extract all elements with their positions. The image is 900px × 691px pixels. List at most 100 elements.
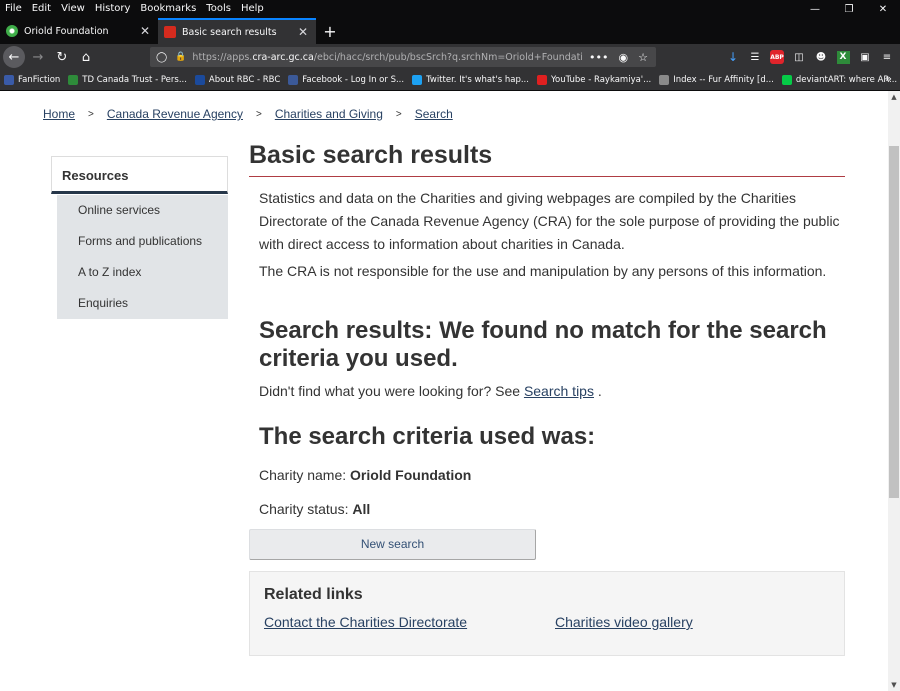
bookmark-item[interactable]: Twitter. It's what's hap... — [408, 70, 533, 90]
criteria-charity-status: Charity status: All — [259, 501, 845, 517]
menu-history[interactable]: History — [90, 2, 136, 16]
charity-name-value: Oriold Foundation — [350, 467, 472, 483]
search-tips-link[interactable]: Search tips — [524, 383, 594, 399]
bookmark-label: Facebook - Log In or S... — [302, 75, 405, 85]
toolbar-right: ↓ ☰ ABP ◫ ☻ X ▣ ≡ — [724, 47, 896, 67]
related-links-list: Contact the Charities Directorate Charit… — [264, 614, 830, 630]
page-actions-icon[interactable]: ••• — [589, 51, 608, 64]
fanfiction-icon — [4, 75, 14, 85]
minimize-icon[interactable]: — — [798, 0, 832, 18]
results-heading: Search results: We found no match for th… — [259, 317, 827, 372]
bookmarks-overflow-icon[interactable]: » — [885, 72, 892, 85]
bookmark-item[interactable]: TD Canada Trust - Pers... — [64, 70, 191, 90]
bookmark-item[interactable]: Facebook - Log In or S... — [284, 70, 408, 90]
breadcrumb: Home > Canada Revenue Agency > Charities… — [43, 107, 453, 121]
bookmark-item[interactable]: deviantART: where AR... — [778, 70, 900, 90]
bookmark-item[interactable]: YouTube - Raykamiya'... — [533, 70, 655, 90]
sidebar-item-online-services[interactable]: Online services — [57, 195, 228, 226]
twitter-icon — [412, 75, 423, 85]
bookmark-label: YouTube - Raykamiya'... — [550, 75, 652, 85]
tab-oriold-foundation[interactable]: Oriold Foundation ✕ — [0, 18, 158, 44]
new-tab-button[interactable]: + — [316, 18, 344, 44]
canada-flag-favicon-icon — [164, 26, 176, 38]
download-icon[interactable]: ↓ — [724, 48, 742, 66]
close-tab-icon[interactable]: ✕ — [296, 25, 310, 39]
bookmark-label: FanFiction — [18, 75, 61, 85]
adblock-icon[interactable]: ABP — [768, 48, 786, 66]
criteria-charity-name: Charity name: Oriold Foundation — [259, 467, 845, 483]
bookmark-item[interactable]: FanFiction — [0, 70, 64, 90]
tip-suffix: . — [597, 383, 602, 399]
restore-icon[interactable]: ❐ — [832, 0, 866, 18]
sidebar-heading: Resources — [51, 156, 228, 194]
reload-icon[interactable]: ↻ — [51, 46, 73, 68]
resources-sidebar: Resources Online services Forms and publ… — [51, 156, 228, 319]
page-content: Home > Canada Revenue Agency > Charities… — [0, 91, 888, 691]
bookmarks-toolbar: FanFiction TD Canada Trust - Pers... Abo… — [0, 70, 900, 91]
breadcrumb-charities[interactable]: Charities and Giving — [275, 107, 383, 121]
menu-bookmarks[interactable]: Bookmarks — [135, 2, 201, 16]
criteria-heading: The search criteria used was: — [259, 423, 596, 450]
close-tab-icon[interactable]: ✕ — [138, 24, 152, 38]
breadcrumb-separator: > — [88, 108, 94, 120]
navigation-bar: ← → ↻ ⌂ ◯ 🔒 https://apps.cra-arc.gc.ca/e… — [0, 44, 900, 70]
charities-video-gallery-link[interactable]: Charities video gallery — [555, 614, 693, 630]
youtube-icon — [536, 75, 547, 85]
menu-bar: File Edit View History Bookmarks Tools H… — [0, 0, 900, 18]
url-path: /ebci/hacc/srch/pub/bscSrch?q.srchNm=Ori… — [313, 51, 583, 63]
td-bank-icon — [68, 75, 79, 85]
fur-affinity-icon — [659, 75, 670, 85]
tab-basic-search-results[interactable]: Basic search results ✕ — [158, 18, 316, 44]
account-icon[interactable]: ☻ — [812, 48, 830, 66]
forward-arrow-icon[interactable]: → — [27, 46, 49, 68]
contact-charities-directorate-link[interactable]: Contact the Charities Directorate — [264, 614, 555, 630]
breadcrumb-home[interactable]: Home — [43, 107, 75, 121]
sidebar-list: Online services Forms and publications A… — [57, 195, 228, 319]
breadcrumb-search[interactable]: Search — [415, 107, 453, 121]
breadcrumb-separator: > — [395, 108, 402, 120]
library-icon[interactable]: ☰ — [746, 48, 764, 66]
url-text[interactable]: https://apps.cra-arc.gc.ca/ebci/hacc/src… — [192, 52, 582, 63]
extension-icon[interactable]: ▣ — [856, 48, 874, 66]
bookmark-label: TD Canada Trust - Pers... — [82, 75, 187, 85]
bookmark-label: Index -- Fur Affinity [d... — [673, 75, 774, 85]
new-search-button[interactable]: New search — [249, 529, 536, 560]
hamburger-menu-icon[interactable]: ≡ — [878, 48, 896, 66]
main-content: Basic search results Statistics and data… — [249, 141, 845, 656]
pocket-icon[interactable]: ◉ — [619, 51, 629, 64]
menu-view[interactable]: View — [56, 2, 90, 16]
menu-help[interactable]: Help — [236, 2, 269, 16]
search-tips-line: Didn't find what you were looking for? S… — [259, 383, 845, 399]
sidebar-item-a-to-z[interactable]: A to Z index — [57, 257, 228, 288]
bookmark-item[interactable]: About RBC - RBC — [191, 70, 284, 90]
shield-icon[interactable]: ◯ — [156, 52, 167, 63]
close-window-icon[interactable]: ✕ — [866, 0, 900, 18]
disclaimer-paragraph: The CRA is not responsible for the use a… — [259, 263, 827, 279]
home-icon[interactable]: ⌂ — [75, 46, 97, 68]
address-bar[interactable]: ◯ 🔒 https://apps.cra-arc.gc.ca/ebci/hacc… — [150, 47, 656, 67]
charity-name-label: Charity name: — [259, 467, 347, 483]
scroll-up-icon[interactable]: ▲ — [888, 91, 900, 103]
bookmark-star-icon[interactable]: ☆ — [638, 51, 648, 64]
page-scrollbar[interactable]: ▲ ▼ — [888, 91, 900, 691]
breadcrumb-cra[interactable]: Canada Revenue Agency — [107, 107, 243, 121]
bookmark-label: About RBC - RBC — [208, 75, 281, 85]
related-links-heading: Related links — [264, 586, 363, 603]
related-links-panel: Related links Contact the Charities Dire… — [249, 571, 845, 656]
sidebar-item-enquiries[interactable]: Enquiries — [57, 288, 228, 319]
tab-title: Basic search results — [182, 26, 277, 38]
url-prefix: https://apps. — [192, 51, 253, 63]
scroll-thumb[interactable] — [889, 146, 899, 498]
sidebar-icon[interactable]: ◫ — [790, 48, 808, 66]
back-arrow-icon[interactable]: ← — [3, 46, 25, 68]
menu-edit[interactable]: Edit — [27, 2, 56, 16]
bookmark-label: deviantART: where AR... — [795, 75, 898, 85]
excel-extension-icon[interactable]: X — [834, 48, 852, 66]
menu-file[interactable]: File — [0, 2, 27, 16]
lock-icon[interactable]: 🔒 — [175, 52, 186, 62]
charity-status-value: All — [352, 501, 371, 517]
scroll-down-icon[interactable]: ▼ — [888, 679, 900, 691]
menu-tools[interactable]: Tools — [201, 2, 236, 16]
bookmark-item[interactable]: Index -- Fur Affinity [d... — [655, 70, 778, 90]
sidebar-item-forms-publications[interactable]: Forms and publications — [57, 226, 228, 257]
